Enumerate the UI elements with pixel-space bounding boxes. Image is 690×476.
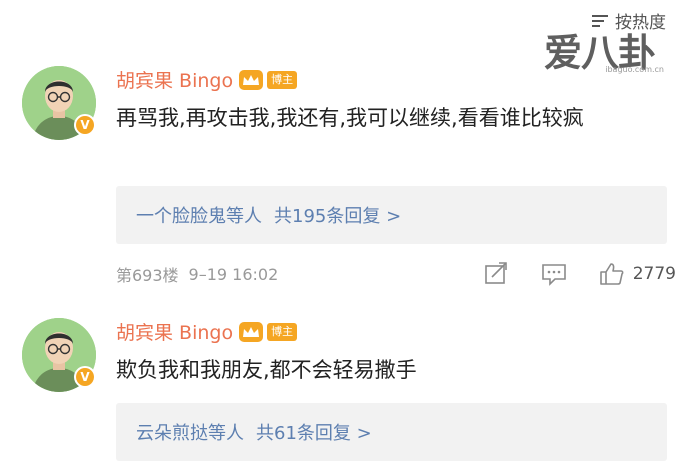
reply-count: 共195条回复 > — [274, 206, 402, 227]
comment-text: 欺负我和我朋友,都不会轻易撒手 — [116, 358, 417, 382]
watermark-url: ibaguo.com.cn — [605, 65, 664, 74]
comment-header: 胡宾果 Bingo 博主 — [116, 318, 298, 345]
sort-label: 按热度 — [615, 13, 666, 33]
crown-icon — [239, 69, 264, 90]
host-badge: 博主 — [267, 70, 298, 89]
verified-v-icon: V — [74, 114, 96, 136]
floor-number: 第693楼 — [116, 266, 179, 285]
username-link[interactable]: 胡宾果 Bingo — [116, 318, 233, 345]
reply-suffix: 等人 — [208, 423, 244, 444]
sort-lines-icon — [592, 14, 608, 27]
sort-control[interactable]: 按热度 — [591, 8, 666, 33]
comment-header: 胡宾果 Bingo 博主 — [116, 66, 298, 93]
comment-icon[interactable] — [541, 262, 567, 286]
comment-actions: 2779 — [483, 262, 676, 286]
comment-meta: 第693楼 9–19 16:02 2779 — [116, 262, 676, 286]
host-badge: 博主 — [267, 322, 298, 341]
reply-names: 云朵煎挞 — [136, 423, 208, 444]
crown-icon — [239, 321, 264, 342]
timestamp: 9–19 16:02 — [188, 264, 279, 284]
thumbs-up-icon — [599, 263, 624, 285]
reply-summary[interactable]: 云朵煎挞 等人 共61条回复 > — [116, 403, 667, 461]
reply-names: 一个脸脸鬼 — [136, 206, 226, 227]
comment-text: 再骂我,再攻击我,我还有,我可以继续,看看谁比较疯 — [116, 106, 584, 130]
like-button[interactable]: 2779 — [599, 262, 676, 286]
reply-summary[interactable]: 一个脸脸鬼 等人 共195条回复 > — [116, 186, 667, 244]
reply-count: 共61条回复 > — [256, 423, 372, 444]
repost-icon[interactable] — [483, 262, 509, 286]
username-link[interactable]: 胡宾果 Bingo — [116, 66, 233, 93]
like-count: 2779 — [632, 264, 676, 284]
reply-suffix: 等人 — [226, 206, 262, 227]
verified-v-icon: V — [74, 366, 96, 388]
